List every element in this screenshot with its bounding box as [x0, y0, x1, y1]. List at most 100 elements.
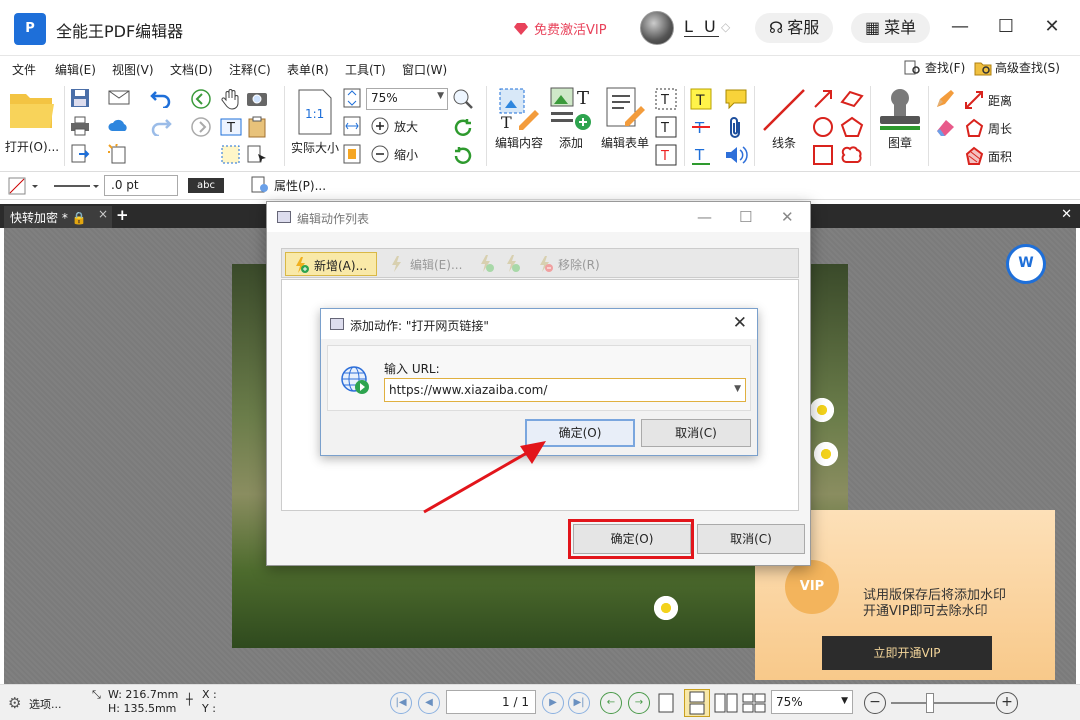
- two-page-icon[interactable]: [714, 693, 738, 713]
- zoom-slider-thumb[interactable]: [926, 693, 934, 713]
- tab-close-icon[interactable]: ×: [98, 207, 108, 221]
- find-button[interactable]: 查找(F): [904, 59, 965, 76]
- add-button[interactable]: T 添加: [548, 86, 594, 151]
- highlight-text-icon[interactable]: T: [690, 88, 712, 110]
- chevron-down-icon[interactable]: ▼: [734, 384, 741, 394]
- pencil-icon[interactable]: [934, 88, 956, 110]
- fill-color-icon[interactable]: [8, 177, 40, 195]
- zoom-out-status-icon[interactable]: −: [864, 692, 886, 714]
- continuous-page-icon[interactable]: [684, 689, 710, 717]
- attachment-icon[interactable]: [726, 116, 746, 140]
- arrow-icon[interactable]: [812, 88, 834, 110]
- cloud-icon[interactable]: [108, 116, 130, 134]
- quick-convert-icon[interactable]: W: [1006, 244, 1046, 284]
- avatar[interactable]: [640, 11, 674, 45]
- menu-comment[interactable]: 注释(C): [229, 61, 271, 78]
- export-icon[interactable]: [70, 144, 90, 164]
- line-style-icon[interactable]: [52, 177, 100, 195]
- snapshot-select-icon[interactable]: [220, 144, 242, 166]
- zoom-select[interactable]: 75% ▼: [366, 88, 448, 110]
- actual-size-button[interactable]: 1:1 实际大小: [290, 88, 340, 156]
- properties-button[interactable]: 属性(P)...: [250, 176, 326, 194]
- two-page-continuous-icon[interactable]: [742, 693, 766, 713]
- close-icon[interactable]: ✕: [781, 208, 794, 226]
- lines-button[interactable]: 线条: [758, 86, 810, 151]
- zoom-slider-track[interactable]: [891, 702, 995, 704]
- select-text-icon[interactable]: T: [220, 116, 242, 138]
- clipboard-icon[interactable]: [246, 116, 268, 138]
- maximize-icon[interactable]: ☐: [739, 208, 752, 226]
- rotate-left-icon[interactable]: [452, 146, 474, 166]
- tab-document[interactable]: 快转加密 * 🔒 ×: [4, 206, 112, 228]
- history-back-icon[interactable]: ←: [600, 692, 622, 714]
- cancel-button[interactable]: 取消(C): [697, 524, 805, 554]
- text-field-icon[interactable]: T: [655, 88, 677, 110]
- next-page-icon[interactable]: ▶: [542, 692, 564, 714]
- callout-icon[interactable]: T: [655, 144, 677, 166]
- menu-document[interactable]: 文档(D): [170, 61, 213, 78]
- cursor-tool-icon[interactable]: [246, 144, 268, 166]
- username[interactable]: L U: [684, 17, 719, 37]
- perimeter-button[interactable]: 周长: [964, 118, 1012, 138]
- zoom-tool-icon[interactable]: [452, 88, 474, 110]
- line-width-input[interactable]: .0 pt: [104, 175, 178, 196]
- open-button[interactable]: 打开(O)...: [4, 88, 60, 155]
- fit-page-icon[interactable]: [343, 88, 361, 108]
- underline-icon[interactable]: T: [690, 144, 712, 166]
- strikeout-icon[interactable]: T: [690, 116, 712, 138]
- first-page-icon[interactable]: |◀: [390, 692, 412, 714]
- eraser-icon[interactable]: [934, 116, 956, 138]
- back-icon[interactable]: [190, 88, 212, 110]
- minimize-icon[interactable]: —: [948, 15, 972, 39]
- fit-width-icon[interactable]: [343, 116, 361, 136]
- remove-action-button[interactable]: 移除(R): [530, 252, 606, 276]
- area-button[interactable]: 面积: [964, 146, 1012, 166]
- zoom-in-status-icon[interactable]: +: [996, 692, 1018, 714]
- stamp-button[interactable]: 图章: [874, 86, 926, 151]
- edit-form-button[interactable]: 编辑表单: [598, 86, 652, 151]
- text-box-icon[interactable]: T: [655, 116, 677, 138]
- email-icon[interactable]: [108, 88, 130, 106]
- ellipse-icon[interactable]: [812, 116, 834, 138]
- redo-icon[interactable]: [150, 116, 172, 136]
- note-icon[interactable]: [724, 88, 748, 110]
- distance-button[interactable]: 距离: [964, 90, 1012, 110]
- menu-form[interactable]: 表单(R): [287, 61, 329, 78]
- minimize-icon[interactable]: —: [697, 208, 712, 226]
- sound-icon[interactable]: [724, 144, 748, 166]
- new-tab-icon[interactable]: +: [116, 206, 129, 224]
- cancel-button[interactable]: 取消(C): [641, 419, 751, 447]
- polygon-icon[interactable]: [840, 116, 864, 138]
- ok-button[interactable]: 确定(O): [525, 419, 635, 447]
- camera-icon[interactable]: [246, 88, 268, 108]
- save-icon[interactable]: [70, 88, 90, 108]
- previous-page-icon[interactable]: ◀: [418, 692, 440, 714]
- menu-view[interactable]: 视图(V): [112, 61, 154, 78]
- last-page-icon[interactable]: ▶|: [568, 692, 590, 714]
- zoom-out-button[interactable]: 缩小: [370, 144, 418, 164]
- edit-actions-titlebar[interactable]: 编辑动作列表 — ☐ ✕: [267, 202, 810, 232]
- zoom-in-button[interactable]: 放大: [370, 116, 418, 136]
- url-input[interactable]: https://www.xiazaiba.com/ ▼: [384, 378, 746, 402]
- menu-edit[interactable]: 编辑(E): [55, 61, 96, 78]
- rotate-right-icon[interactable]: [452, 118, 474, 138]
- page-number-input[interactable]: 1 / 1: [446, 690, 536, 714]
- polyline-icon[interactable]: [840, 88, 864, 110]
- undo-icon[interactable]: [150, 88, 172, 108]
- activate-vip-button[interactable]: 立即开通VIP: [822, 636, 992, 670]
- activate-vip-link[interactable]: 免费激活VIP: [514, 19, 607, 38]
- close-icon[interactable]: ✕: [1040, 15, 1064, 39]
- edit-content-button[interactable]: T 编辑内容: [492, 86, 546, 151]
- menu-button[interactable]: ▦ 菜单: [851, 13, 931, 43]
- edit-action-button[interactable]: 编辑(E)...: [382, 252, 468, 276]
- text-style-chip[interactable]: abc: [188, 178, 224, 193]
- maximize-icon[interactable]: ☐: [994, 15, 1018, 39]
- print-icon[interactable]: [70, 116, 90, 136]
- menu-window[interactable]: 窗口(W): [402, 61, 447, 78]
- zoom-level-select[interactable]: 75% ▼: [771, 690, 853, 714]
- rectangle-icon[interactable]: [812, 144, 834, 166]
- add-action-titlebar[interactable]: 添加动作: "打开网页链接" ✕: [321, 309, 757, 339]
- history-forward-icon[interactable]: →: [628, 692, 650, 714]
- cloud-shape-icon[interactable]: [840, 144, 864, 166]
- move-up-icon[interactable]: [476, 254, 496, 274]
